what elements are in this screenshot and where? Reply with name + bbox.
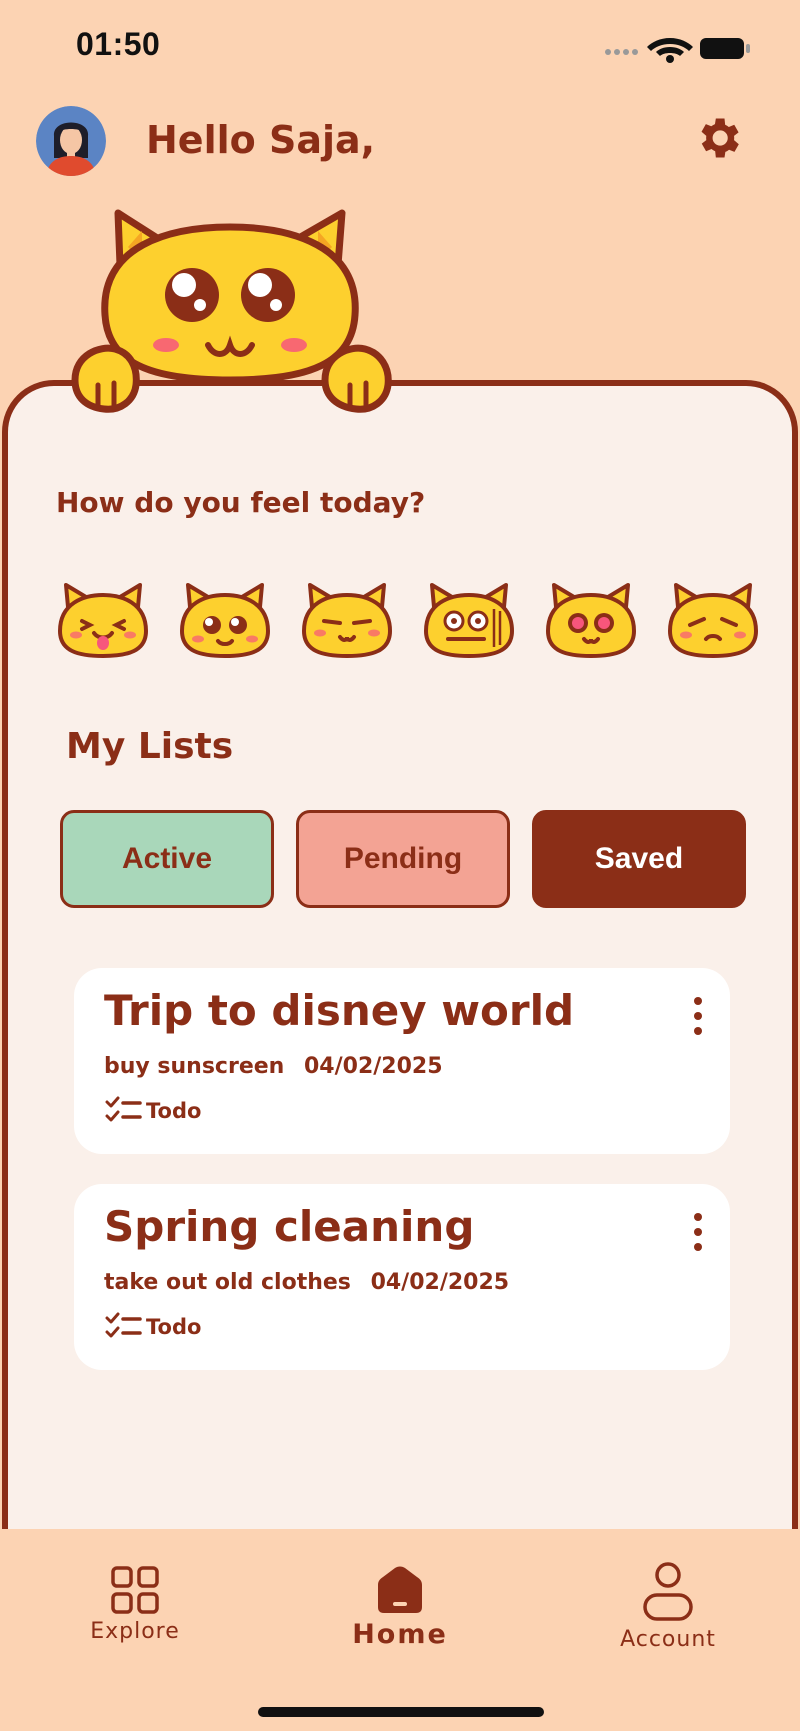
list-card-title: Spring cleaning [104, 1202, 475, 1251]
grid-icon [111, 1566, 159, 1614]
more-vertical-icon[interactable] [688, 1212, 708, 1252]
main-panel: How do you feel today? My Lists Active P… [2, 380, 798, 1630]
list-card-date: 04/02/2025 [304, 1054, 443, 1079]
user-icon [643, 1562, 693, 1621]
list-card-subtitle: buy sunscreen 04/02/2025 [104, 1054, 443, 1079]
mood-picker [56, 581, 776, 661]
tab-saved[interactable]: Saved [532, 810, 746, 908]
status-bar: 01:50 [0, 0, 800, 90]
status-icons [605, 38, 750, 63]
list-card[interactable]: Trip to disney world buy sunscreen 04/02… [74, 968, 730, 1154]
tab-pending[interactable]: Pending [296, 810, 510, 908]
list-card-task: take out old clothes [104, 1270, 351, 1295]
list-card-tag: Todo [104, 1312, 201, 1342]
battery-icon [700, 38, 750, 59]
list-card-date: 04/02/2025 [370, 1270, 510, 1295]
nav-explore[interactable]: Explore [80, 1565, 190, 1644]
more-vertical-icon[interactable] [688, 996, 708, 1036]
checklist-icon [105, 1312, 142, 1338]
list-card-tag: Todo [104, 1096, 201, 1126]
mood-sad-icon[interactable] [666, 581, 760, 659]
list-card[interactable]: Spring cleaning take out old clothes 04/… [74, 1184, 730, 1370]
list-card-task: buy sunscreen [104, 1054, 285, 1079]
list-card-tag-label: Todo [146, 1099, 202, 1123]
mood-playful-icon[interactable] [56, 581, 150, 659]
my-lists-heading: My Lists [66, 726, 234, 767]
nav-account[interactable]: Account [606, 1561, 730, 1652]
nav-home[interactable]: Home [340, 1565, 460, 1650]
checklist-icon [105, 1096, 142, 1122]
signal-icon [605, 49, 638, 55]
mood-annoyed-icon[interactable] [300, 581, 394, 659]
nav-home-label: Home [352, 1619, 448, 1650]
mood-question: How do you feel today? [56, 486, 426, 519]
home-indicator [258, 1707, 544, 1717]
nav-explore-label: Explore [90, 1619, 180, 1644]
mood-teary-icon[interactable] [178, 581, 272, 659]
avatar-image [36, 106, 106, 176]
avatar[interactable] [36, 106, 106, 176]
bottom-nav: Explore Home Account [0, 1529, 800, 1731]
greeting: Hello Saja, [146, 118, 376, 162]
home-icon [378, 1566, 422, 1613]
tab-active[interactable]: Active [60, 810, 274, 908]
wifi-icon [647, 38, 693, 63]
settings-icon[interactable] [692, 112, 744, 164]
mood-in-love-icon[interactable] [544, 581, 638, 659]
header: Hello Saja, [0, 100, 800, 190]
status-time: 01:50 [76, 26, 161, 62]
list-card-tag-label: Todo [146, 1315, 202, 1339]
nav-account-label: Account [620, 1627, 716, 1652]
list-card-subtitle: take out old clothes 04/02/2025 [104, 1270, 509, 1295]
mood-confused-icon[interactable] [422, 581, 516, 659]
list-card-title: Trip to disney world [104, 986, 575, 1035]
cat-mascot [71, 209, 392, 413]
